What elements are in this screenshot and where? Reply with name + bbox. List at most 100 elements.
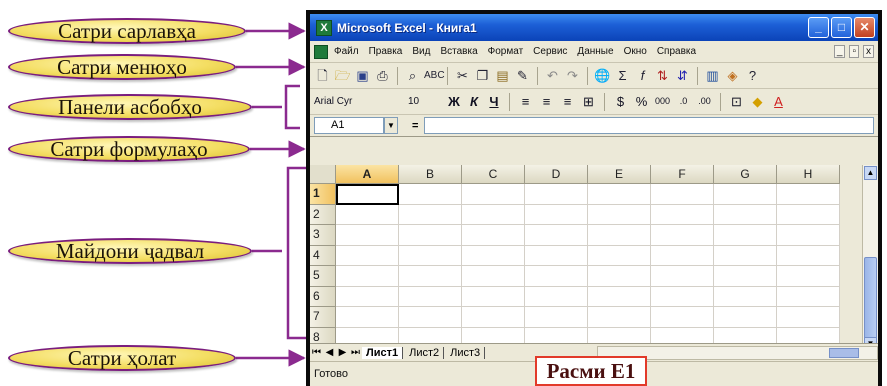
grid-cell[interactable] — [462, 307, 525, 328]
increase-decimal-icon[interactable]: .0 — [675, 93, 692, 110]
format-painter-icon[interactable]: ✎ — [514, 67, 531, 84]
grid-cell[interactable] — [399, 225, 462, 246]
column-header[interactable]: G — [714, 165, 777, 184]
menu-view[interactable]: Вид — [412, 46, 430, 57]
grid-cell[interactable] — [462, 245, 525, 266]
grid-cell[interactable] — [525, 266, 588, 287]
grid-cell[interactable] — [462, 204, 525, 225]
sort-asc-icon[interactable]: ⇅ — [654, 67, 671, 84]
row-header[interactable]: 3 — [310, 225, 336, 246]
column-header[interactable]: E — [588, 165, 651, 184]
grid-cell[interactable] — [714, 286, 777, 307]
copy-icon[interactable]: ❐ — [474, 67, 491, 84]
row-header[interactable]: 2 — [310, 204, 336, 225]
first-sheet-icon[interactable]: ⏮ — [310, 347, 323, 358]
chevron-down-icon[interactable]: ▼ — [384, 117, 398, 134]
grid-cell[interactable] — [777, 245, 840, 266]
excel-app-icon[interactable]: X — [316, 19, 332, 36]
active-cell[interactable] — [336, 184, 399, 205]
grid-cell[interactable] — [777, 204, 840, 225]
grid-cell[interactable] — [525, 225, 588, 246]
function-icon[interactable]: f — [634, 67, 651, 84]
tab-sheet3[interactable]: Лист3 — [446, 346, 486, 359]
grid-cell[interactable] — [336, 245, 399, 266]
redo-icon[interactable]: ↷ — [564, 67, 581, 84]
grid-cell[interactable] — [651, 286, 714, 307]
column-header[interactable]: H — [777, 165, 840, 184]
column-header[interactable]: F — [651, 165, 714, 184]
menu-window[interactable]: Окно — [624, 46, 647, 57]
grid-cell[interactable] — [714, 184, 777, 205]
grid-cell[interactable] — [399, 266, 462, 287]
name-box[interactable]: A1 — [314, 117, 384, 134]
column-header[interactable]: D — [525, 165, 588, 184]
grid-cell[interactable] — [714, 266, 777, 287]
menu-tools[interactable]: Сервис — [533, 46, 567, 57]
tab-sheet1[interactable]: Лист1 — [362, 346, 404, 359]
grid-cell[interactable] — [777, 286, 840, 307]
column-header[interactable]: A — [336, 165, 399, 184]
percent-icon[interactable]: % — [633, 93, 650, 110]
title-bar[interactable]: X Microsoft Excel - Книга1 _ □ ✕ — [310, 14, 878, 41]
column-header[interactable]: C — [462, 165, 525, 184]
drawing-icon[interactable]: ◈ — [724, 67, 741, 84]
grid-cell[interactable] — [588, 204, 651, 225]
minimize-button[interactable]: _ — [808, 17, 829, 38]
grid-cell[interactable] — [399, 184, 462, 205]
print-icon[interactable]: ⎙ — [374, 67, 391, 84]
paste-icon[interactable]: ▤ — [494, 67, 511, 84]
grid-cell[interactable] — [462, 286, 525, 307]
grid-cell[interactable] — [777, 184, 840, 205]
grid-cell[interactable] — [336, 307, 399, 328]
doc-minimize-button[interactable]: _ — [833, 45, 846, 58]
grid-cell[interactable] — [777, 266, 840, 287]
row-header[interactable]: 1 — [310, 184, 336, 205]
spelling-icon[interactable]: ABC — [424, 67, 445, 84]
menu-help[interactable]: Справка — [657, 46, 696, 57]
align-left-icon[interactable]: ≡ — [517, 93, 534, 110]
maximize-button[interactable]: □ — [831, 17, 852, 38]
hyperlink-icon[interactable]: 🌐 — [594, 67, 611, 84]
vertical-scroll-thumb[interactable] — [864, 257, 877, 341]
cut-icon[interactable]: ✂ — [454, 67, 471, 84]
grid-cell[interactable] — [525, 184, 588, 205]
undo-icon[interactable]: ↶ — [544, 67, 561, 84]
thousands-icon[interactable]: 000 — [654, 93, 671, 110]
align-center-icon[interactable]: ≡ — [538, 93, 555, 110]
row-header[interactable]: 4 — [310, 245, 336, 266]
grid-cell[interactable] — [651, 204, 714, 225]
column-header[interactable]: B — [399, 165, 462, 184]
grid-cell[interactable] — [714, 245, 777, 266]
grid-cell[interactable] — [651, 307, 714, 328]
currency-icon[interactable]: $ — [612, 93, 629, 110]
grid-cell[interactable] — [588, 245, 651, 266]
chart-wizard-icon[interactable]: ▥ — [704, 67, 721, 84]
doc-close-button[interactable]: x — [863, 45, 874, 58]
grid-cell[interactable] — [525, 307, 588, 328]
grid-cell[interactable] — [588, 184, 651, 205]
italic-button[interactable]: К — [466, 94, 482, 109]
grid-cell[interactable] — [714, 307, 777, 328]
grid-cell[interactable] — [399, 245, 462, 266]
grid-cell[interactable] — [651, 245, 714, 266]
open-icon[interactable]: 🗁 — [334, 67, 351, 84]
merge-center-icon[interactable]: ⊞ — [580, 93, 597, 110]
grid-cell[interactable] — [462, 184, 525, 205]
grid-cell[interactable] — [588, 307, 651, 328]
grid-cell[interactable] — [714, 225, 777, 246]
grid-cell[interactable] — [336, 286, 399, 307]
decrease-decimal-icon[interactable]: .00 — [696, 93, 713, 110]
menu-file[interactable]: Файл — [334, 46, 359, 57]
menu-data[interactable]: Данные — [577, 46, 613, 57]
grid-cell[interactable] — [399, 307, 462, 328]
tab-sheet2[interactable]: Лист2 — [405, 346, 445, 359]
underline-button[interactable]: Ч — [486, 94, 502, 109]
formula-input[interactable] — [424, 117, 874, 134]
autosum-icon[interactable]: Σ — [614, 67, 631, 84]
font-name-select[interactable]: Arial Cyr — [314, 96, 404, 107]
row-header[interactable]: 5 — [310, 266, 336, 287]
grid-cell[interactable] — [525, 245, 588, 266]
close-button[interactable]: ✕ — [854, 17, 875, 38]
align-right-icon[interactable]: ≡ — [559, 93, 576, 110]
grid-cell[interactable] — [525, 286, 588, 307]
